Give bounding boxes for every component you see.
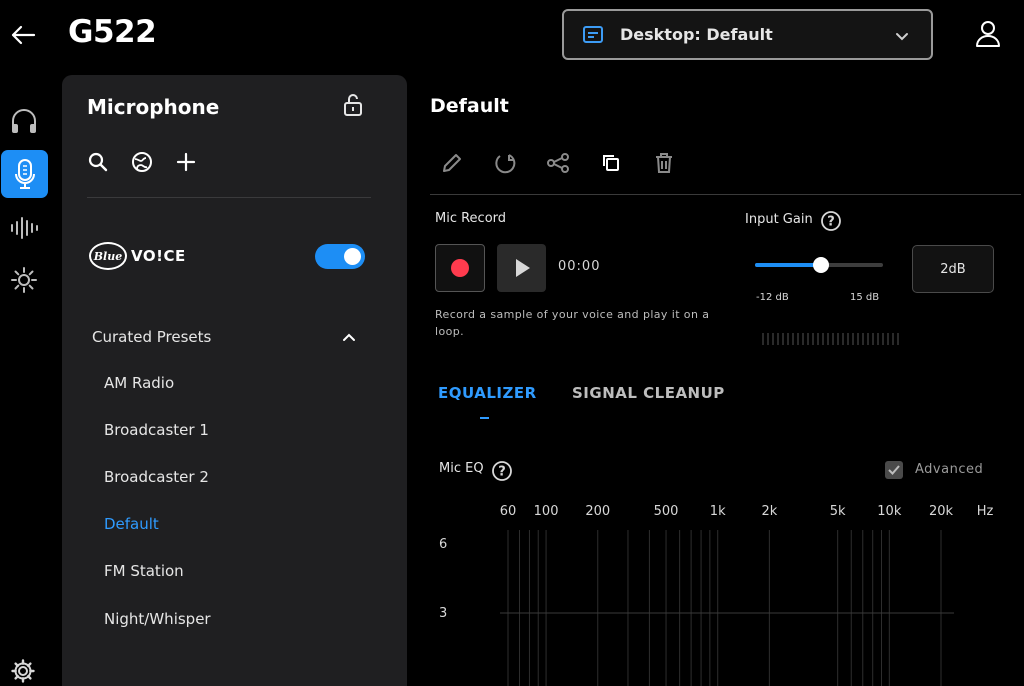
record-timer: 00:00 [558,259,601,274]
advanced-label: Advanced [915,462,984,477]
eq-freq-label: 100 [534,504,559,519]
mic-eq-label: Mic EQ [439,461,484,476]
search-icon [88,152,108,172]
eq-graph[interactable]: 60 100 200 500 1k 2k 5k 10k 20k Hz 6 3 [430,495,1024,686]
eq-freq-label: 5k [830,504,846,519]
user-icon [976,21,1000,47]
unlock-icon [344,94,362,116]
eq-unit-label: Hz [977,504,994,519]
profile-dropdown[interactable]: Desktop: Default [562,9,933,60]
gain-min-label: -12 dB [756,292,789,303]
divider [87,197,371,198]
tab-equalizer[interactable]: EQUALIZER [438,384,537,402]
share-icon [547,153,569,173]
mic-eq-help-button[interactable]: ? [491,460,513,482]
rail-microphone[interactable] [1,150,48,198]
record-icon [451,259,469,277]
chevron-down-icon [893,27,911,45]
input-gain-help-button[interactable]: ? [820,210,842,232]
curated-presets-header[interactable]: Curated Presets [92,328,211,346]
slider-thumb[interactable] [813,257,830,273]
community-presets-button[interactable] [131,151,153,173]
eq-gain-label: 3 [439,606,447,621]
profile-dropdown-label: Desktop: Default [620,25,773,44]
microphone-icon [14,159,35,189]
reset-button[interactable] [493,151,517,175]
rail-headphones[interactable] [6,103,42,139]
preset-am-radio[interactable]: AM Radio [104,374,174,392]
advanced-checkbox[interactable] [885,461,903,479]
share-button[interactable] [546,151,570,175]
input-level-meter [762,333,899,345]
back-button[interactable] [8,20,38,50]
arrow-left-icon [11,25,36,45]
input-gain-slider[interactable] [755,257,883,273]
device-title: G522 [68,14,157,50]
rail-equalizer[interactable] [6,210,42,246]
gear-icon [11,659,35,683]
preset-title: Default [430,95,509,117]
trash-icon [656,153,672,173]
gain-value-field[interactable]: 2dB [912,245,994,293]
eq-freq-label: 200 [585,504,610,519]
rail-lighting[interactable] [6,262,42,298]
panel-toolbar [87,151,197,173]
add-preset-button[interactable] [175,151,197,173]
settings-button[interactable] [10,658,36,684]
preset-fm-station[interactable]: FM Station [104,562,184,580]
eq-freq-label: 2k [761,504,777,519]
blue-voice-wordmark: VO!CE [131,247,186,265]
preset-broadcaster-1[interactable]: Broadcaster 1 [104,421,209,439]
help-icon: ? [821,211,841,231]
mic-record-label: Mic Record [435,211,507,226]
unlock-button[interactable] [342,93,364,117]
lighting-icon [11,267,37,293]
checkmark-icon [888,465,900,475]
preset-broadcaster-2[interactable]: Broadcaster 2 [104,468,209,486]
play-icon [515,259,530,277]
svg-text:?: ? [827,215,835,230]
eq-freq-label: 20k [929,504,954,519]
play-button[interactable] [497,244,546,292]
reset-icon [495,154,516,174]
eq-freq-label: 500 [654,504,679,519]
panel-title: Microphone [87,95,220,119]
account-button[interactable] [972,18,1004,50]
duplicate-button[interactable] [599,151,623,175]
copy-icon [603,155,619,171]
headphones-icon [12,109,36,133]
pencil-icon [443,154,461,172]
blue-voice-logo: Blue VO!CE [89,242,186,270]
plus-icon [176,152,196,172]
svg-text:?: ? [498,465,506,480]
toggle-knob [344,248,361,265]
collapse-button[interactable] [341,329,357,345]
delete-button[interactable] [652,151,676,175]
tab-signal-cleanup[interactable]: SIGNAL CLEANUP [572,384,725,402]
slider-fill [755,263,822,267]
eq-freq-label: 60 [500,504,517,519]
globe-icon [132,152,152,172]
desktop-profile-icon [582,25,604,45]
preset-actions [440,151,676,175]
record-hint: Record a sample of your voice and play i… [435,308,710,338]
eq-gain-label: 6 [439,537,447,552]
eq-freq-label: 10k [877,504,902,519]
divider [430,194,1021,195]
help-icon: ? [492,461,512,481]
chevron-up-icon [343,333,355,341]
input-gain-label: Input Gain [745,212,813,227]
equalizer-icon [11,217,38,239]
blue-logo-mark: Blue [89,242,127,270]
eq-freq-label: 1k [710,504,726,519]
active-tab-indicator [480,417,489,419]
preset-default[interactable]: Default [104,515,159,533]
record-button[interactable] [435,244,485,292]
gain-max-label: 15 dB [850,292,880,303]
rename-button[interactable] [440,151,464,175]
search-button[interactable] [87,151,109,173]
blue-voice-toggle[interactable] [315,244,365,269]
microphone-panel: Microphone Blue VO!CE Curated Presets AM… [62,75,407,686]
preset-night-whisper[interactable]: Night/Whisper [104,610,211,628]
